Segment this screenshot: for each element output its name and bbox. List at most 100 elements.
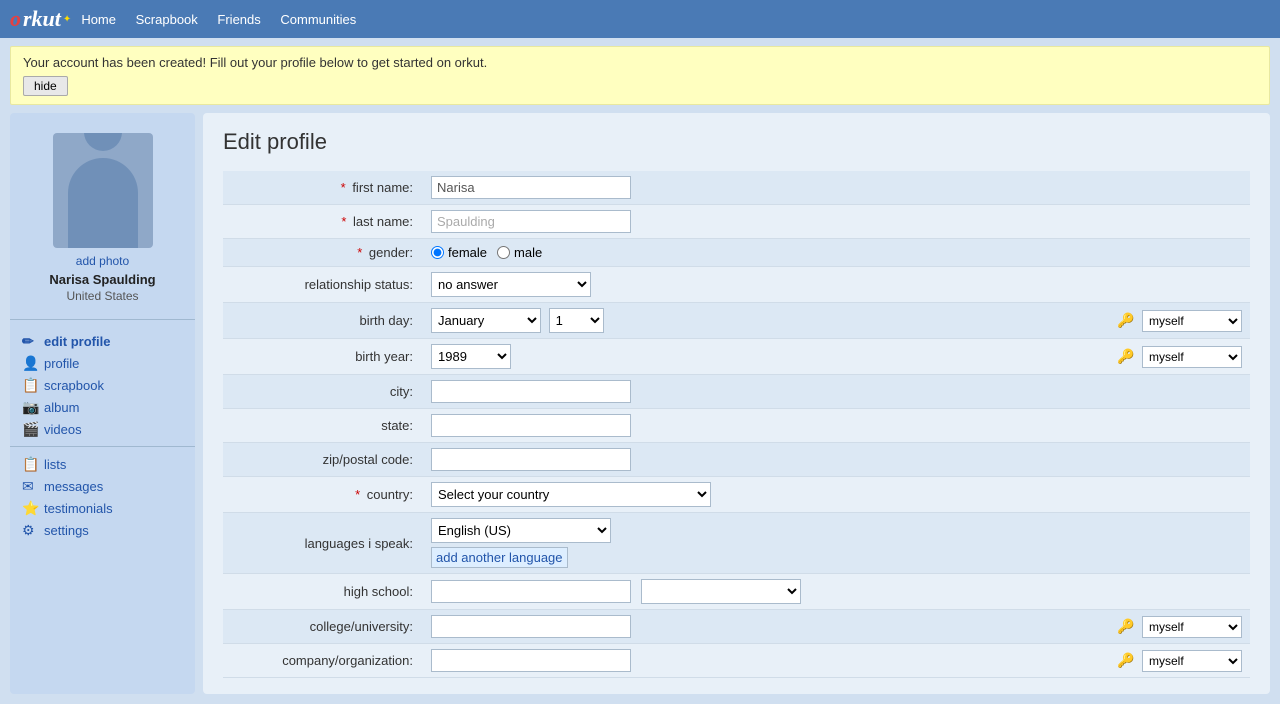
add-language-link[interactable]: add another language: [431, 547, 568, 568]
row-birth-year: birth year: 198919901985 🔑 myselffriends…: [223, 339, 1250, 375]
row-state: state:: [223, 409, 1250, 443]
logo-star: ✦: [63, 14, 71, 25]
sidebar-item-testimonials[interactable]: ⭐ testimonials: [10, 497, 195, 519]
hide-button[interactable]: hide: [23, 76, 68, 96]
sidebar-item-videos[interactable]: 🎬 videos: [10, 418, 195, 440]
relationship-select[interactable]: no answer single in a relationship marri…: [431, 272, 591, 297]
row-birth-day: birth day: JanuaryFebruaryMarch AprilMay…: [223, 303, 1250, 339]
first-name-label: * first name:: [223, 171, 423, 205]
sidebar-label-messages: messages: [44, 479, 103, 494]
relationship-label: relationship status:: [223, 267, 423, 303]
zip-input[interactable]: [431, 448, 631, 471]
birth-year-privacy-select[interactable]: myselffriendseveryone: [1142, 346, 1242, 368]
gender-female-radio[interactable]: [431, 246, 444, 259]
birth-year-label: birth year:: [223, 339, 423, 375]
messages-icon: ✉: [22, 478, 38, 494]
page-title: Edit profile: [223, 129, 1250, 155]
lists-icon: 📋: [22, 456, 38, 472]
sidebar-item-messages[interactable]: ✉ messages: [10, 475, 195, 497]
add-photo-link[interactable]: add photo: [76, 254, 129, 268]
gender-male-radio[interactable]: [497, 246, 510, 259]
content-area: Edit profile * first name:: [203, 113, 1270, 694]
birth-day-privacy-icon: 🔑: [1117, 312, 1134, 329]
last-name-input[interactable]: [431, 210, 631, 233]
college-privacy-select[interactable]: myselffriendseveryone: [1142, 616, 1242, 638]
high-school-input[interactable]: [431, 580, 631, 603]
gender-male-label[interactable]: male: [497, 245, 542, 260]
user-location: United States: [66, 289, 138, 303]
sidebar-label-testimonials: testimonials: [44, 501, 113, 516]
gender-options: female male: [431, 245, 1242, 260]
zip-label: zip/postal code:: [223, 443, 423, 477]
country-label: * country:: [223, 477, 423, 513]
sidebar-label-profile: profile: [44, 356, 79, 371]
nav-home[interactable]: Home: [81, 12, 116, 27]
sidebar-item-edit-profile[interactable]: ✏ edit profile: [10, 330, 195, 352]
last-name-label: * last name:: [223, 205, 423, 239]
form-table: * first name: * last name:: [223, 171, 1250, 678]
company-label: company/organization:: [223, 644, 423, 678]
sidebar-label-lists: lists: [44, 457, 66, 472]
row-high-school: high school:: [223, 574, 1250, 610]
city-label: city:: [223, 375, 423, 409]
row-city: city:: [223, 375, 1250, 409]
birth-year-privacy-icon: 🔑: [1117, 348, 1134, 365]
nav-scrapbook[interactable]: Scrapbook: [136, 12, 198, 27]
nav-communities[interactable]: Communities: [280, 12, 356, 27]
company-input[interactable]: [431, 649, 631, 672]
birth-day-privacy-select[interactable]: myselffriendseveryone: [1142, 310, 1242, 332]
videos-icon: 🎬: [22, 421, 38, 437]
sidebar-divider-2: [10, 446, 195, 447]
edit-profile-icon: ✏: [22, 333, 38, 349]
city-input[interactable]: [431, 380, 631, 403]
state-label: state:: [223, 409, 423, 443]
state-input[interactable]: [431, 414, 631, 437]
high-school-year-select[interactable]: [641, 579, 801, 604]
row-country: * country: Select your country United St…: [223, 477, 1250, 513]
profile-form: * first name: * last name:: [223, 171, 1250, 678]
sidebar-navigation: ✏ edit profile 👤 profile 📋 scrapbook 📷 a…: [10, 326, 195, 545]
sidebar-item-settings[interactable]: ⚙ settings: [10, 519, 195, 541]
high-school-label: high school:: [223, 574, 423, 610]
gender-female-label[interactable]: female: [431, 245, 487, 260]
row-college: college/university: 🔑 myselffriendsevery…: [223, 610, 1250, 644]
company-privacy-select[interactable]: myselffriendseveryone: [1142, 650, 1242, 672]
notification-bar: Your account has been created! Fill out …: [10, 46, 1270, 105]
birth-day-select[interactable]: 12345: [549, 308, 604, 333]
country-select[interactable]: Select your country United States Brazil…: [431, 482, 711, 507]
sidebar-item-profile[interactable]: 👤 profile: [10, 352, 195, 374]
user-name: Narisa Spaulding: [49, 272, 155, 287]
testimonials-icon: ⭐: [22, 500, 38, 516]
college-label: college/university:: [223, 610, 423, 644]
settings-icon: ⚙: [22, 522, 38, 538]
languages-label: languages i speak:: [223, 513, 423, 574]
row-first-name: * first name:: [223, 171, 1250, 205]
gender-male-text: male: [514, 245, 542, 260]
gender-female-text: female: [448, 245, 487, 260]
college-privacy-icon: 🔑: [1117, 618, 1134, 635]
nav-friends[interactable]: Friends: [217, 12, 260, 27]
company-privacy-icon: 🔑: [1117, 652, 1134, 669]
birth-year-select[interactable]: 198919901985: [431, 344, 511, 369]
logo: o rkut ✦: [10, 6, 71, 32]
avatar-head: [84, 133, 122, 151]
profile-icon: 👤: [22, 355, 38, 371]
language-select[interactable]: English (US) English (UK) Portuguese Spa…: [431, 518, 611, 543]
avatar: [53, 133, 153, 248]
avatar-silhouette: [68, 158, 138, 248]
college-input[interactable]: [431, 615, 631, 638]
sidebar-item-scrapbook[interactable]: 📋 scrapbook: [10, 374, 195, 396]
main-nav: Home Scrapbook Friends Communities: [81, 12, 372, 27]
logo-rest: rkut: [23, 6, 61, 32]
album-icon: 📷: [22, 399, 38, 415]
first-name-input[interactable]: [431, 176, 631, 199]
sidebar-item-album[interactable]: 📷 album: [10, 396, 195, 418]
sidebar: add photo Narisa Spaulding United States…: [10, 113, 195, 694]
sidebar-label-scrapbook: scrapbook: [44, 378, 104, 393]
sidebar-label-videos: videos: [44, 422, 82, 437]
sidebar-item-lists[interactable]: 📋 lists: [10, 453, 195, 475]
row-last-name: * last name:: [223, 205, 1250, 239]
topnav: o rkut ✦ Home Scrapbook Friends Communit…: [0, 0, 1280, 38]
row-company: company/organization: 🔑 myselffriendseve…: [223, 644, 1250, 678]
birth-month-select[interactable]: JanuaryFebruaryMarch AprilMayJune JulyAu…: [431, 308, 541, 333]
